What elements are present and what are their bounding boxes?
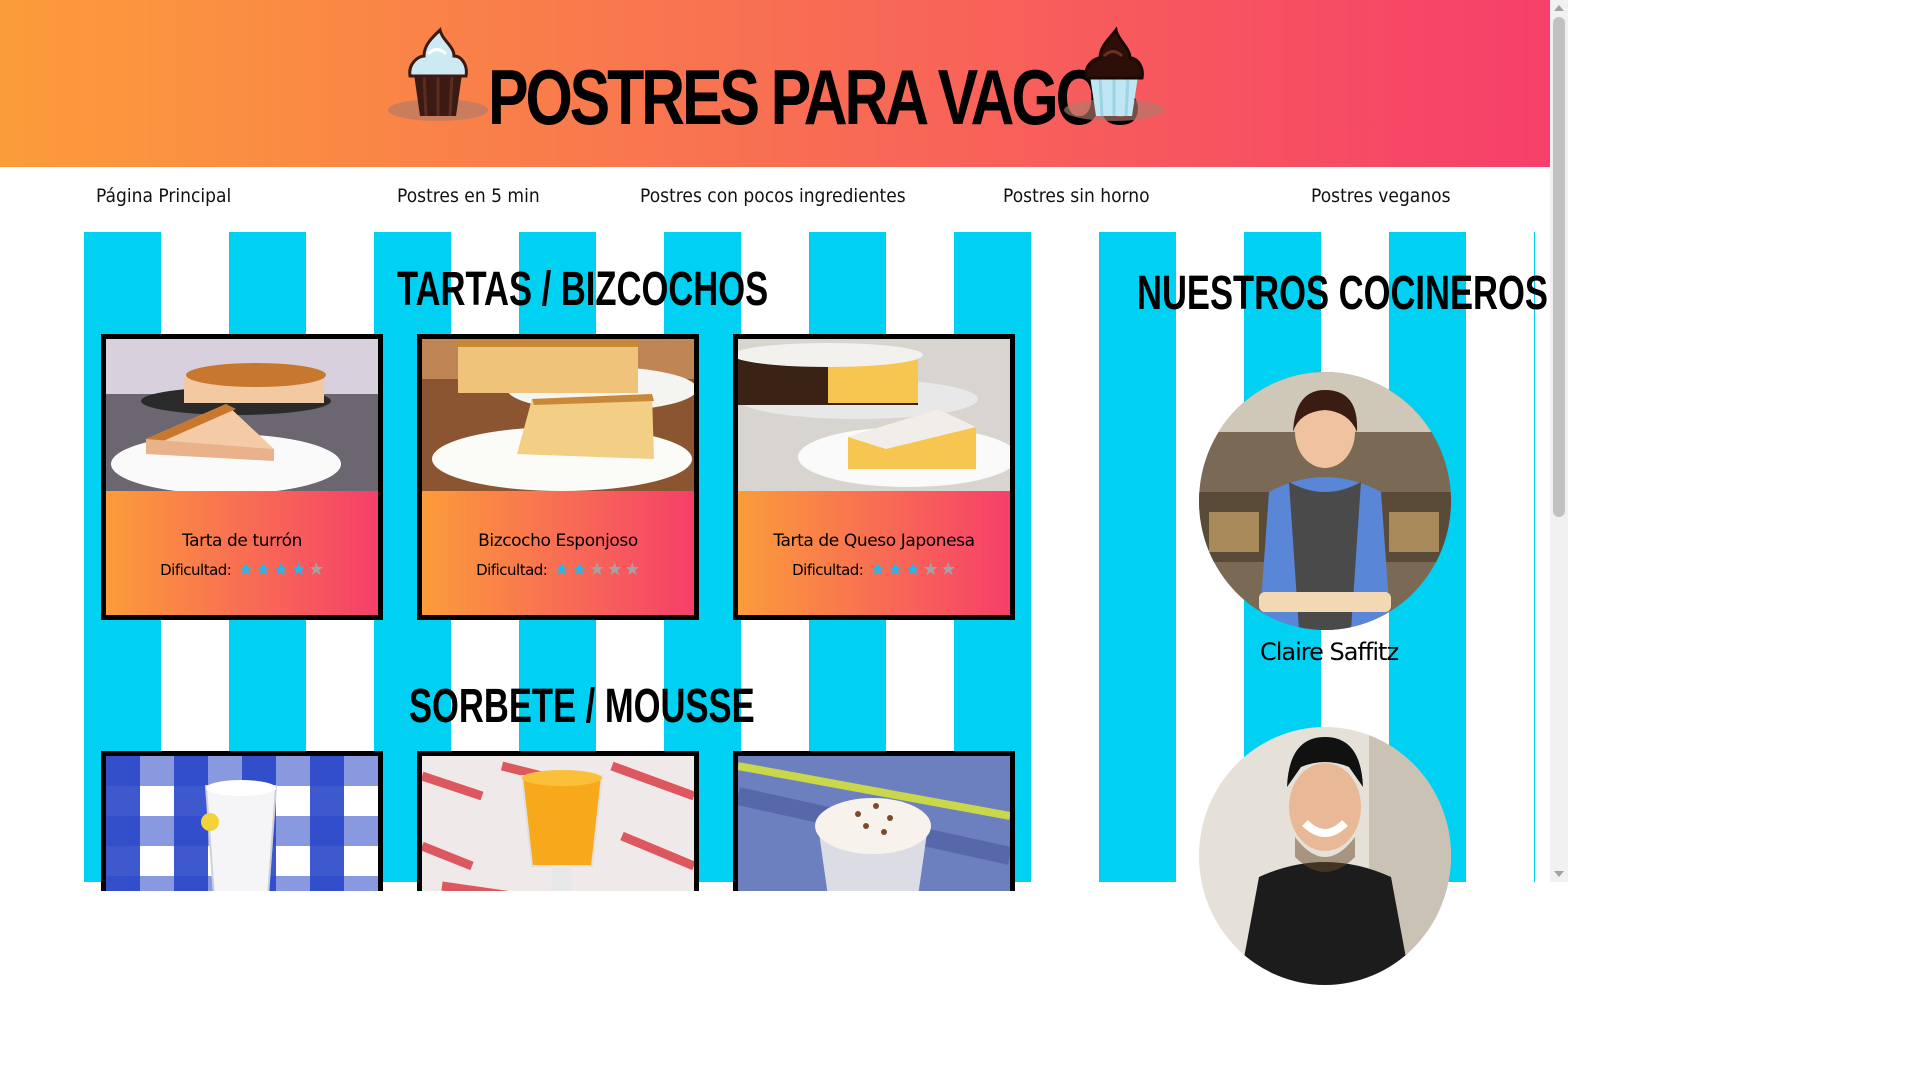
star-icon: ★	[922, 559, 939, 580]
recipe-card[interactable]	[417, 751, 699, 891]
scroll-up-icon[interactable]	[1554, 5, 1564, 11]
star-icon: ★	[308, 559, 324, 580]
recipe-card[interactable]: Tarta de Queso Japonesa Dificultad: ★ ★ ★ ★…	[733, 334, 1015, 620]
scrollbar[interactable]	[1550, 0, 1568, 882]
section-title-cakes: TARTAS / BIZCOCHOS	[397, 263, 769, 316]
recipe-image	[106, 339, 378, 491]
recipe-title: Bizcocho Esponjoso	[478, 531, 638, 551]
star-icon: ★	[869, 559, 886, 580]
recipe-card[interactable]: Bizcocho Esponjoso Dificultad: ★ ★ ★ ★ ★	[417, 334, 699, 620]
recipe-title: Tarta de Queso Japonesa	[773, 531, 975, 551]
site-title: POSTRES PARA VAGOS	[488, 53, 1140, 141]
star-icon: ★	[904, 559, 921, 580]
chefs-title: NUESTROS COCINEROS	[1137, 267, 1548, 320]
recipe-image	[738, 756, 1010, 891]
star-icon: ★	[571, 559, 587, 580]
chef-name: Claire Saffitz	[1260, 638, 1399, 666]
recipe-title: Tarta de turrón	[181, 531, 303, 551]
star-icon: ★	[887, 559, 903, 580]
difficulty-label: Dificultad:	[792, 561, 864, 579]
recipe-image	[422, 339, 694, 491]
difficulty-label: Dificultad:	[160, 561, 232, 579]
star-icon: ★	[624, 559, 640, 580]
nav-item-few-ingredients[interactable]: Postres con pocos ingredientes	[640, 185, 906, 207]
chef-photo[interactable]	[1199, 727, 1451, 985]
chef-photo[interactable]	[1199, 372, 1451, 630]
recipe-card[interactable]: Tarta de turrón Dificultad: ★ ★ ★ ★ ★	[101, 334, 383, 620]
difficulty-rating: Dificultad: ★ ★ ★ ★ ★	[106, 559, 378, 580]
recipe-image	[422, 756, 694, 891]
star-icon: ★	[553, 559, 570, 580]
star-icon: ★	[272, 559, 289, 580]
difficulty-rating: Dificultad: ★ ★ ★ ★ ★	[422, 559, 694, 580]
recipe-card[interactable]	[733, 751, 1015, 891]
nav-item-no-oven[interactable]: Postres sin horno	[1003, 185, 1150, 207]
nav-item-vegan[interactable]: Postres veganos	[1311, 185, 1450, 207]
star-icon: ★	[237, 559, 254, 580]
recipe-image	[106, 756, 378, 891]
scroll-down-icon[interactable]	[1554, 871, 1564, 877]
nav-item-home[interactable]: Página Principal	[96, 185, 231, 207]
star-icon: ★	[588, 559, 605, 580]
difficulty-rating: Dificultad: ★ ★ ★ ★ ★	[738, 559, 1010, 580]
scroll-thumb[interactable]	[1553, 17, 1565, 517]
star-icon: ★	[290, 559, 307, 580]
section-title-sorbets: SORBETE / MOUSSE	[409, 680, 755, 733]
star-icon: ★	[255, 559, 271, 580]
cupcake-vanilla-icon	[388, 26, 488, 121]
difficulty-label: Dificultad:	[476, 561, 548, 579]
site-header: POSTRES PARA VAGOS	[0, 0, 1550, 167]
recipe-card[interactable]	[101, 751, 383, 891]
star-icon: ★	[606, 559, 623, 580]
star-icon: ★	[940, 559, 956, 580]
main-nav: Página Principal Postres en 5 min Postre…	[3, 167, 1548, 231]
recipe-image	[738, 339, 1010, 491]
nav-item-5min[interactable]: Postres en 5 min	[397, 185, 540, 207]
cupcake-chocolate-icon	[1064, 26, 1164, 121]
